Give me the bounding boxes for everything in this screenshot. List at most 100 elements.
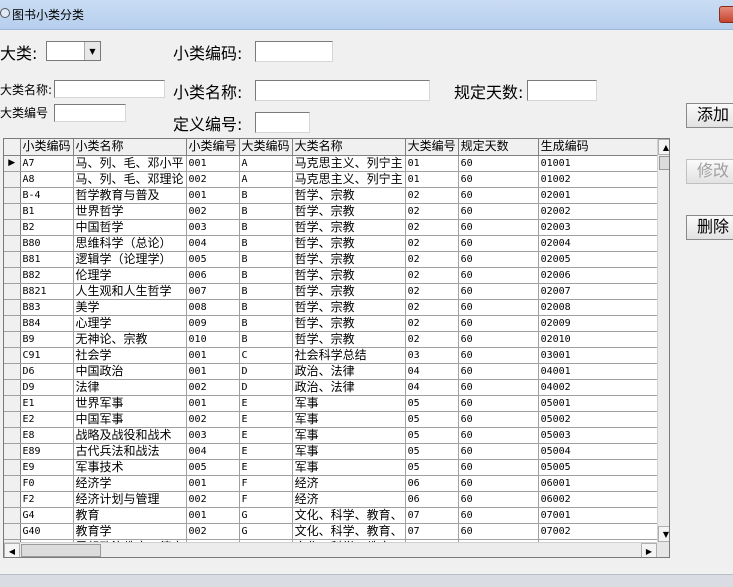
table-cell[interactable]: 伦理学 [73,267,187,284]
table-cell[interactable]: 005 [186,459,240,476]
table-cell[interactable]: 02 [405,235,459,252]
table-row[interactable]: B80 思维科学（总论） 004 B 哲学、宗教 02 60 02004 [4,235,669,252]
table-cell[interactable]: 哲学、宗教 [292,331,406,348]
table-cell[interactable]: 60 [458,507,539,524]
row-selector[interactable] [4,459,21,476]
table-cell[interactable]: 001 [186,187,240,204]
table-row[interactable]: E1 世界军事 001 E 军事 05 60 05001 [4,395,669,412]
row-selector[interactable] [4,331,21,348]
table-cell[interactable]: 60 [458,347,539,364]
table-row[interactable]: G40 教育学 002 G 文化、科学、教育、 07 60 07002 [4,523,669,540]
table-cell[interactable]: D9 [20,379,74,396]
table-row[interactable]: C91 社会学 001 C 社会科学总结 03 60 03001 [4,347,669,364]
table-row[interactable]: E9 军事技术 005 E 军事 05 60 05005 [4,459,669,476]
table-cell[interactable]: 哲学、宗教 [292,251,406,268]
table-cell[interactable]: 06 [405,491,459,508]
table-cell[interactable]: E [239,443,293,460]
table-cell[interactable]: 教育 [73,507,187,524]
column-header[interactable]: 规定天数 [458,139,539,156]
table-cell[interactable]: 04002 [538,379,669,396]
column-header[interactable]: 大类编码 [239,139,293,156]
table-cell[interactable]: 05004 [538,443,669,460]
table-cell[interactable]: 60 [458,363,539,380]
table-cell[interactable]: B [239,283,293,300]
table-cell[interactable]: 02 [405,251,459,268]
table-cell[interactable]: 经济计划与管理 [73,491,187,508]
table-cell[interactable]: 军事 [292,395,406,412]
table-cell[interactable]: E [239,427,293,444]
table-cell[interactable]: 03001 [538,347,669,364]
table-cell[interactable]: 07002 [538,523,669,540]
row-selector[interactable] [4,379,21,396]
table-cell[interactable]: 哲学、宗教 [292,203,406,220]
table-cell[interactable]: 02 [405,283,459,300]
table-cell[interactable]: 07001 [538,507,669,524]
table-cell[interactable]: 60 [458,251,539,268]
table-cell[interactable]: 军事 [292,443,406,460]
table-row[interactable]: E8 战略及战役和战术 003 E 军事 05 60 05003 [4,427,669,444]
table-cell[interactable]: 哲学、宗教 [292,219,406,236]
table-cell[interactable]: 01 [405,171,459,188]
table-cell[interactable]: 001 [186,155,240,172]
table-cell[interactable]: 60 [458,379,539,396]
row-selector[interactable] [4,267,21,284]
table-cell[interactable]: 60 [458,235,539,252]
table-cell[interactable]: 马克思主义、列宁主 [292,155,406,172]
table-cell[interactable]: F2 [20,491,74,508]
row-selector[interactable] [4,347,21,364]
table-cell[interactable]: 03 [405,347,459,364]
table-cell[interactable]: 心理学 [73,315,187,332]
table-cell[interactable]: 社会学 [73,347,187,364]
table-row[interactable]: B84 心理学 009 B 哲学、宗教 02 60 02009 [4,315,669,332]
row-selector[interactable] [4,235,21,252]
table-row[interactable]: B83 美学 008 B 哲学、宗教 02 60 02008 [4,299,669,316]
table-cell[interactable]: 中国政治 [73,363,187,380]
scroll-thumb[interactable] [659,156,669,170]
table-cell[interactable]: 60 [458,395,539,412]
table-cell[interactable]: 02004 [538,235,669,252]
table-cell[interactable]: D [239,363,293,380]
table-cell[interactable]: 文化、科学、教育、 [292,507,406,524]
table-cell[interactable]: 02 [405,187,459,204]
table-cell[interactable]: B [239,331,293,348]
chevron-down-icon[interactable]: ▼ [84,42,100,60]
table-cell[interactable]: 政治、法律 [292,379,406,396]
table-cell[interactable]: 04001 [538,363,669,380]
scroll-up-icon[interactable]: ▲ [658,139,669,155]
table-cell[interactable]: 政治、法律 [292,363,406,380]
row-selector[interactable] [4,395,21,412]
table-cell[interactable]: 05 [405,443,459,460]
table-cell[interactable]: 01 [405,155,459,172]
table-cell[interactable]: 社会科学总结 [292,347,406,364]
delete-button[interactable]: 删除 [686,215,733,240]
table-cell[interactable]: 哲学、宗教 [292,315,406,332]
table-cell[interactable]: 60 [458,331,539,348]
table-cell[interactable]: B82 [20,267,74,284]
table-cell[interactable]: 07 [405,507,459,524]
table-cell[interactable]: E [239,411,293,428]
row-selector[interactable] [4,475,21,492]
table-cell[interactable]: E1 [20,395,74,412]
table-cell[interactable]: 中国哲学 [73,219,187,236]
row-selector[interactable] [4,283,21,300]
table-cell[interactable]: 05002 [538,411,669,428]
table-cell[interactable]: B2 [20,219,74,236]
table-cell[interactable]: 马、列、毛、邓小平 [73,155,187,172]
table-cell[interactable]: 哲学、宗教 [292,283,406,300]
table-cell[interactable]: B84 [20,315,74,332]
table-cell[interactable]: 02 [405,331,459,348]
row-selector[interactable] [4,363,21,380]
table-cell[interactable]: 005 [186,251,240,268]
data-grid[interactable]: 小类编码 小类名称 小类编号 大类编码 大类名称 大类编号 规定天数 生成编码 … [3,138,670,558]
table-cell[interactable]: F0 [20,475,74,492]
table-cell[interactable]: 001 [186,507,240,524]
table-cell[interactable]: B [239,267,293,284]
table-cell[interactable]: 04 [405,379,459,396]
table-cell[interactable]: 哲学、宗教 [292,235,406,252]
add-button[interactable]: 添加 [686,103,733,128]
table-cell[interactable]: G [239,523,293,540]
table-cell[interactable]: 世界军事 [73,395,187,412]
table-cell[interactable]: 无神论、宗教 [73,331,187,348]
table-row[interactable]: ▶ A7 马、列、毛、邓小平 001 A 马克思主义、列宁主 01 60 01001 [4,155,669,172]
table-cell[interactable]: 世界哲学 [73,203,187,220]
